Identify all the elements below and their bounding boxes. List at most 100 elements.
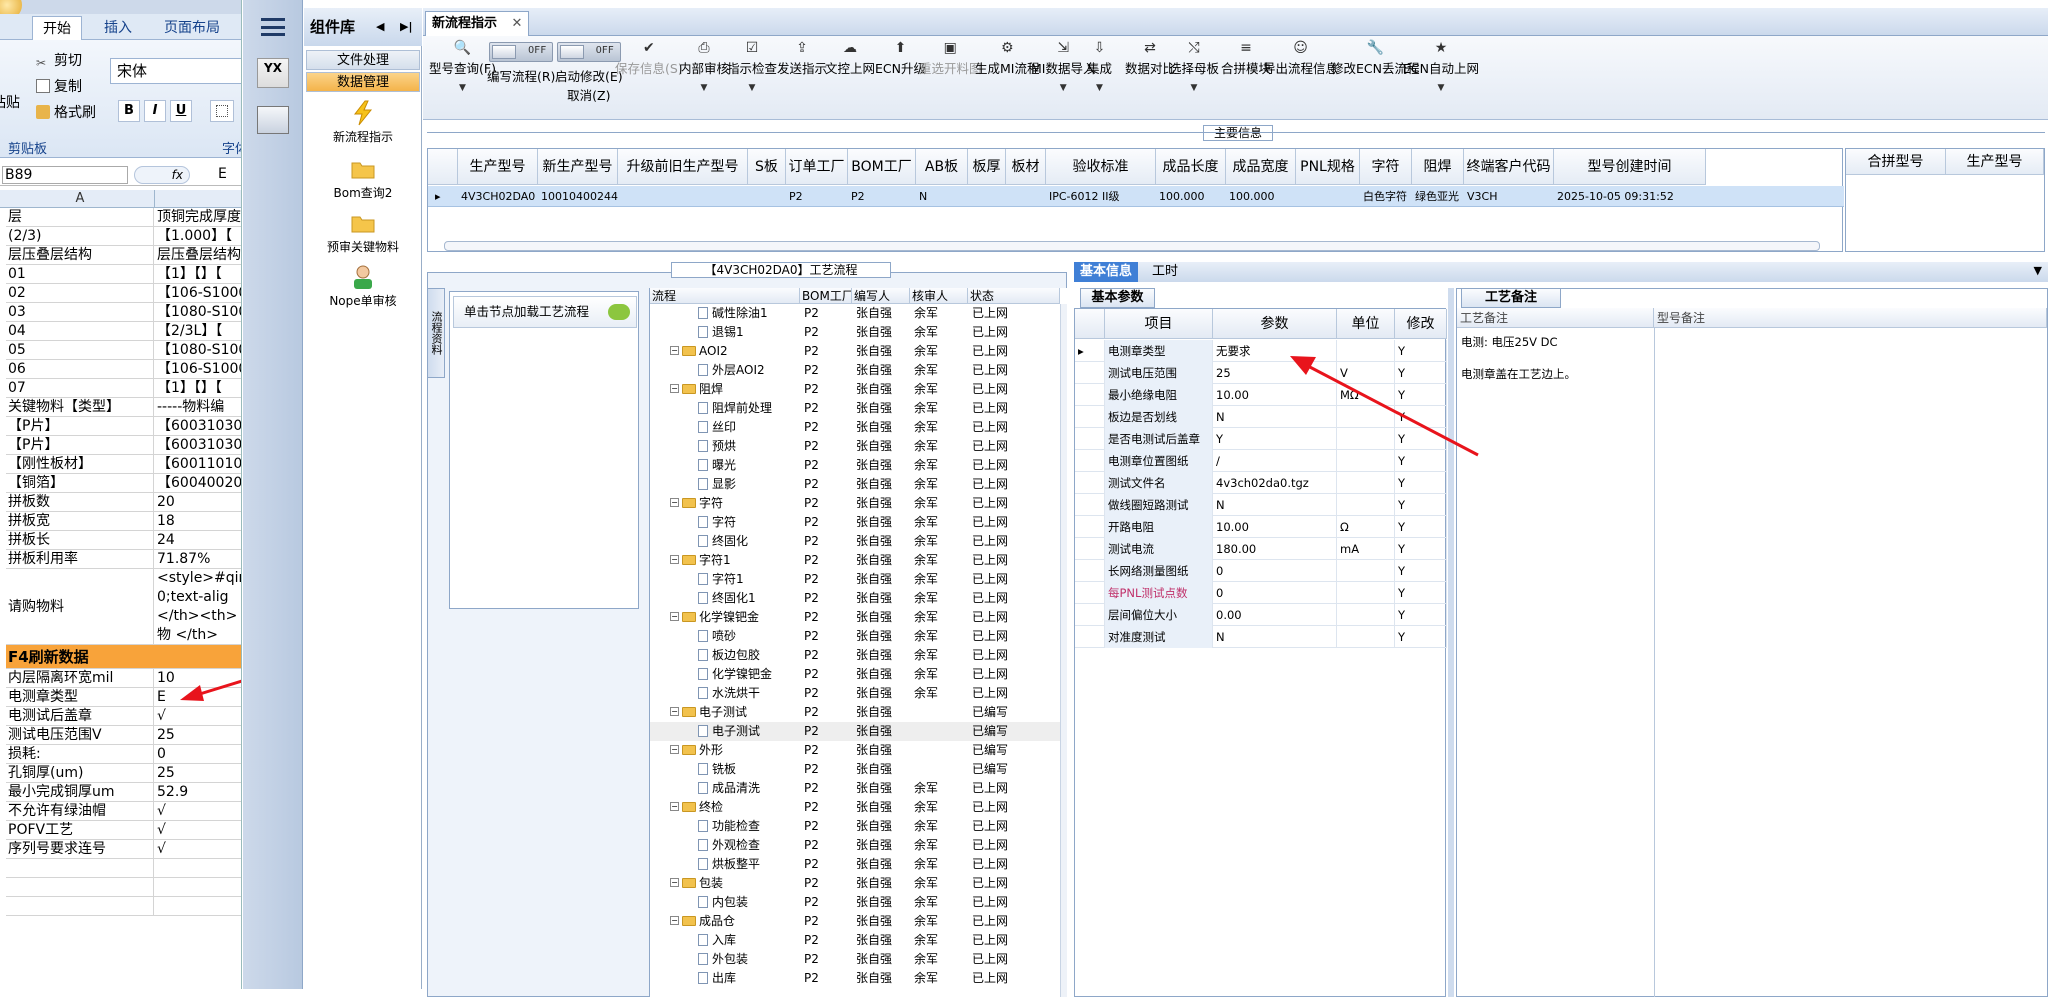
collapse-icon[interactable]: − (670, 555, 679, 564)
param-cell-v[interactable]: 10.00 (1213, 516, 1337, 538)
section-file-processing[interactable]: 文件处理 (306, 50, 420, 70)
cell[interactable]: 绿色亚光 (1412, 186, 1464, 207)
table-row[interactable]: 06 【106-S1000 (6, 360, 241, 379)
column-header[interactable]: 板厚 (968, 149, 1006, 185)
cell[interactable]: IPC-6012 II级 (1046, 186, 1156, 207)
copy-button[interactable]: 复制 (36, 76, 82, 96)
tree-node[interactable]: 电子测试 P2 张自强 已编写 (650, 722, 1060, 741)
column-header[interactable]: 型号创建时间 (1554, 149, 1706, 185)
table-row[interactable]: 【刚性板材】 【600110101 (6, 455, 241, 474)
column-header[interactable]: 新生产型号 (538, 149, 618, 185)
column-header[interactable]: 成品长度 (1156, 149, 1226, 185)
library-item-bom-query[interactable]: Bom查询2 (304, 156, 422, 201)
row-selector[interactable] (1075, 450, 1105, 472)
tree-node[interactable]: − 阻焊 P2 张自强 余军 已上网 (650, 380, 1060, 399)
param-row[interactable]: 测试文件名 4v3ch02da0.tgz Y (1075, 472, 1447, 494)
tab-process-remark[interactable]: 工艺备注 (1461, 288, 1561, 308)
column-header[interactable]: 板材 (1006, 149, 1046, 185)
tree-column-header[interactable]: 核审人 (910, 288, 968, 304)
toolbar-button-18[interactable]: ★ ECN自动上网 ▼ (1403, 40, 1479, 93)
column-header[interactable]: 成品宽度 (1226, 149, 1296, 185)
tree-node[interactable]: − 终检 P2 张自强 余军 已上网 (650, 798, 1060, 817)
tree-column-header[interactable]: BOM工厂 (800, 288, 852, 304)
vertical-tab-process-data[interactable]: 流程资料 (427, 288, 445, 378)
format-painter-button[interactable]: 格式刷 (36, 102, 96, 122)
row-selector[interactable] (1075, 560, 1105, 582)
column-production-model[interactable]: 生产型号 (1946, 149, 2044, 175)
tree-node[interactable]: − 包装 P2 张自强 余军 已上网 (650, 874, 1060, 893)
tree-node[interactable]: 烘板整平 P2 张自强 余军 已上网 (650, 855, 1060, 874)
row-selector[interactable] (1075, 428, 1105, 450)
row-selector[interactable] (1075, 604, 1105, 626)
collapse-icon[interactable]: − (670, 346, 679, 355)
param-cell-v[interactable]: 0 (1213, 560, 1337, 582)
tree-node[interactable]: 化学镍钯金 P2 张自强 余军 已上网 (650, 665, 1060, 684)
column-a-header[interactable]: A (6, 190, 155, 208)
table-row[interactable]: 层压叠层结构 层压叠层结构 (6, 246, 241, 265)
cell[interactable]: 2025-10-05 09:31:52 (1554, 186, 1706, 207)
cell[interactable]: P2 (786, 186, 848, 207)
table-row[interactable]: 序列号要求连号 √ (6, 840, 241, 859)
library-item-new-process[interactable]: 新流程指示 (304, 100, 422, 145)
tree-node[interactable]: − 外形 P2 张自强 已编写 (650, 741, 1060, 760)
param-column-header[interactable]: 参数 (1213, 309, 1337, 339)
toolbar-button-3[interactable]: ✔ 保存信息(S) (615, 40, 683, 77)
table-row[interactable]: 【P片】 【600310300 (6, 436, 241, 455)
italic-button[interactable]: I (144, 100, 166, 122)
table-row[interactable]: 05 【1080-S100 (6, 341, 241, 360)
table-row[interactable]: 层顶铜完成厚度 (6, 208, 241, 227)
toolbar-button-4[interactable]: ⎙ 内部审核 ▼ (679, 40, 729, 93)
tree-node[interactable]: 功能检查 P2 张自强 余军 已上网 (650, 817, 1060, 836)
paste-button[interactable]: 粘贴 (0, 92, 20, 112)
param-cell-v[interactable]: 0.00 (1213, 604, 1337, 626)
tree-node[interactable]: 板边包胶 P2 张自强 余军 已上网 (650, 646, 1060, 665)
tab-page-layout[interactable]: 页面布局 (154, 16, 230, 40)
param-row[interactable]: 对准度测试 N Y (1075, 626, 1447, 648)
cell[interactable] (968, 186, 1006, 207)
bold-button[interactable]: B (118, 100, 140, 122)
cell[interactable] (1296, 186, 1360, 207)
param-column-header[interactable]: 修改 (1395, 309, 1447, 339)
toolbar-button-9[interactable]: ▣ 重选开料图 (919, 40, 982, 77)
collapse-icon[interactable]: − (670, 802, 679, 811)
table-row[interactable]: 请购物料 <style>#qir 0;text-alig </th><th>物 … (6, 569, 241, 645)
vertical-scrollbar[interactable] (1060, 304, 1067, 997)
column-header[interactable]: PNL规格 (1296, 149, 1360, 185)
table-row[interactable]: ▸4V3CH02DA010010400244650P2P2NIPC-6012 I… (428, 186, 1844, 207)
table-row[interactable]: POFV工艺 √ (6, 821, 241, 840)
param-cell-v[interactable]: 180.00 (1213, 538, 1337, 560)
tree-node[interactable]: 入库 P2 张自强 余军 已上网 (650, 931, 1060, 950)
toolbar-button-12[interactable]: ⇩ 集成 ▼ (1087, 40, 1112, 93)
row-selector[interactable] (1075, 472, 1105, 494)
param-row[interactable]: 每PNL测试点数 0 Y (1075, 582, 1447, 604)
param-cell-v[interactable]: N (1213, 626, 1337, 648)
collapse-icon[interactable]: − (670, 498, 679, 507)
cell[interactable] (1006, 186, 1046, 207)
table-row[interactable]: 不允许有绿油帽 √ (6, 802, 241, 821)
tree-node[interactable]: 字符1 P2 张自强 余军 已上网 (650, 570, 1060, 589)
table-row[interactable]: 04 【2/3L】【 (6, 322, 241, 341)
column-header[interactable]: 升级前旧生产型号 (618, 149, 748, 185)
tree-node[interactable]: 喷砂 P2 张自强 余军 已上网 (650, 627, 1060, 646)
column-header[interactable]: 生产型号 (458, 149, 538, 185)
collapse-icon[interactable]: − (670, 745, 679, 754)
table-row[interactable]: (2/3) 【1.000】【 (6, 227, 241, 246)
tree-node[interactable]: 成品清洗 P2 张自强 余军 已上网 (650, 779, 1060, 798)
collapse-icon[interactable]: − (670, 384, 679, 393)
toolbar-button-0[interactable]: 🔍 型号查询(F) ▼ (429, 40, 496, 93)
chevron-down-icon[interactable]: ▼ (2034, 264, 2042, 277)
table-row[interactable]: 测试电压范围V 25 (6, 726, 241, 745)
close-icon[interactable]: ✕ (512, 16, 523, 31)
tree-node[interactable]: 退锡1 P2 张自强 余军 已上网 (650, 323, 1060, 342)
tree-node[interactable]: − 字符1 P2 张自强 余军 已上网 (650, 551, 1060, 570)
cell[interactable]: 10010400244650 (538, 186, 618, 207)
column-header[interactable]: 阻焊 (1412, 149, 1464, 185)
doc-tab-new-process[interactable]: 新流程指示 ✕ (425, 11, 530, 36)
table-row[interactable]: 拼板数 20 (6, 493, 241, 512)
param-row[interactable]: 做线圈短路测试 N Y (1075, 494, 1447, 516)
row-selector[interactable] (1075, 538, 1105, 560)
toolbar-button-14[interactable]: ⤭ 选择母板 ▼ (1169, 40, 1219, 93)
table-row[interactable]: 损耗: 0 (6, 745, 241, 764)
tab-basic-params[interactable]: 基本参数 (1080, 288, 1155, 308)
table-row[interactable]: 【P片】 【600310300 (6, 417, 241, 436)
